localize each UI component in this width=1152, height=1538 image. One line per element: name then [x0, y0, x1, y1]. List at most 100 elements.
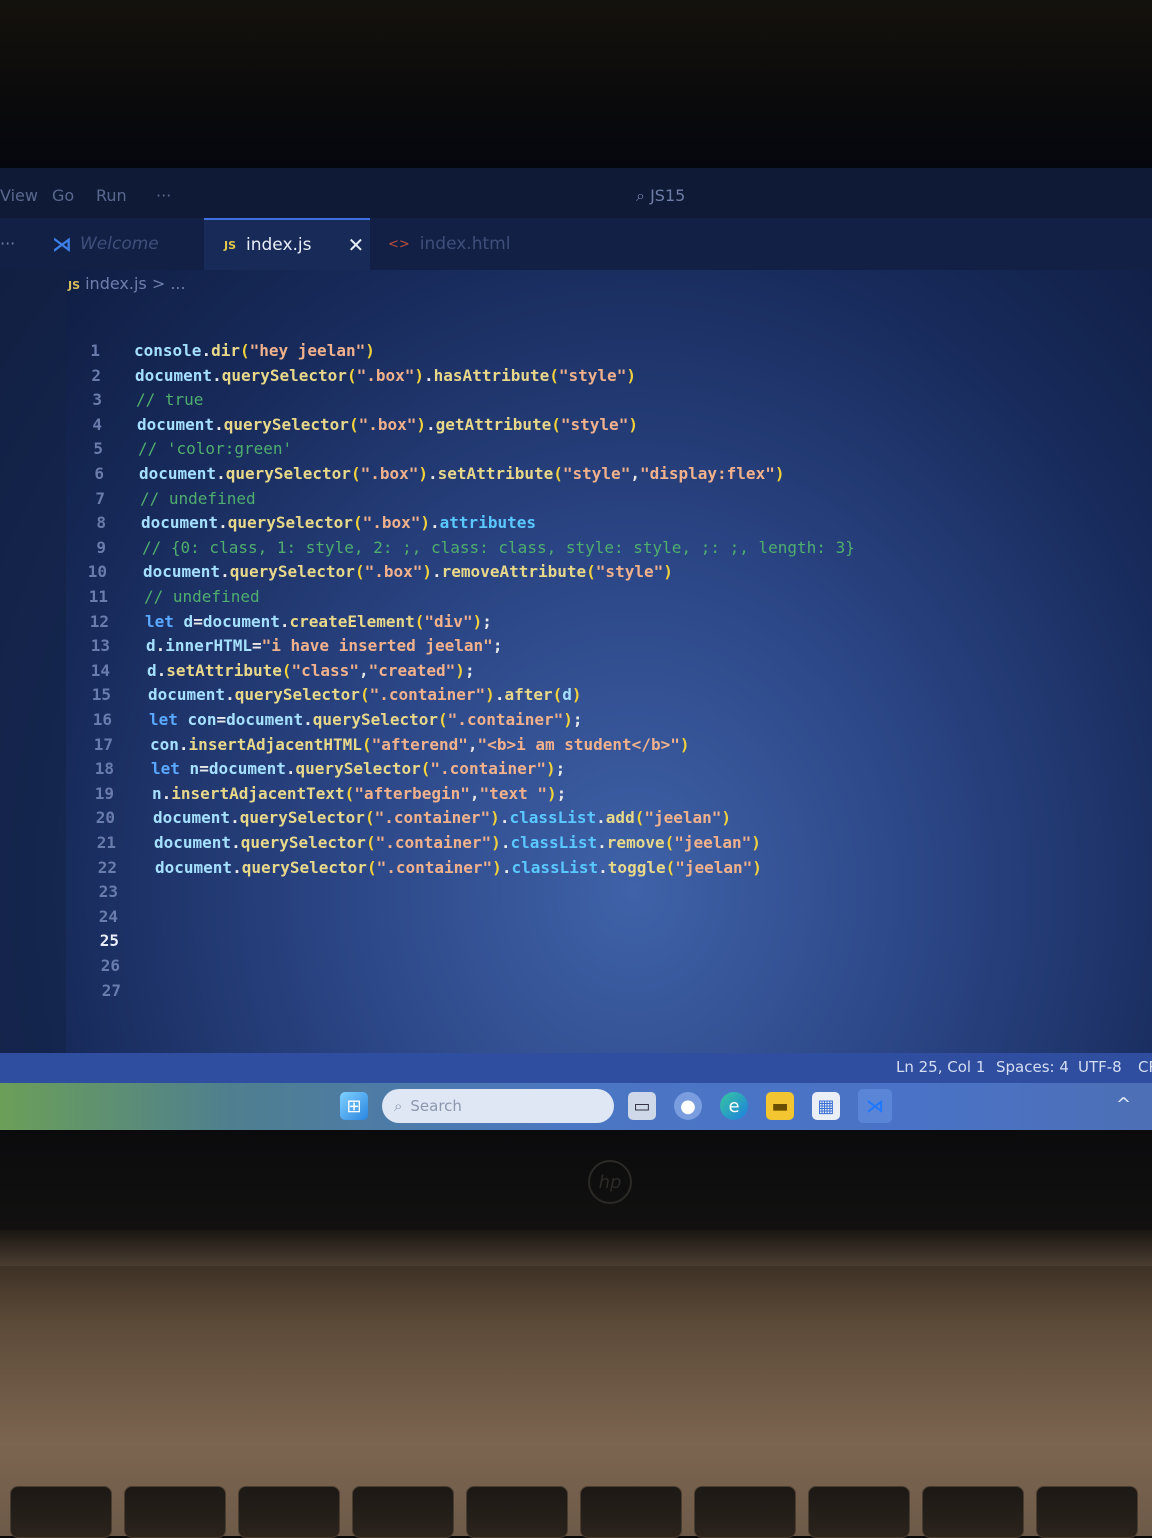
code-text: let n=document.querySelector(".container… [151, 759, 566, 779]
code-text: d.setAttribute("class","created"); [147, 660, 475, 680]
line-number: 17 [93, 734, 113, 754]
code-text: // true [136, 390, 204, 410]
code-text: con.insertAdjacentHTML("afterend","<b>i … [150, 734, 690, 754]
windows-start-icon[interactable]: ⊞ [340, 1092, 368, 1120]
line-number: 1 [90, 341, 100, 360]
chat-icon[interactable]: ● [674, 1092, 702, 1120]
file-explorer-icon[interactable]: ▬ [766, 1092, 794, 1120]
keyboard-key [124, 1486, 226, 1538]
code-text: document.querySelector(".box").attribute… [141, 513, 536, 533]
line-number: 25 [99, 931, 119, 951]
line-number: 13 [90, 636, 110, 656]
edge-icon[interactable]: e [720, 1092, 748, 1120]
js-file-icon: JS [224, 238, 237, 252]
line-number: 16 [92, 710, 112, 729]
menu-more[interactable]: ··· [156, 186, 171, 205]
status-encoding[interactable]: UTF-8 [1078, 1058, 1122, 1076]
taskbar-search-input[interactable]: ⌕ Search [382, 1089, 614, 1123]
tab-index-html[interactable]: <> index.html [388, 218, 558, 270]
code-text: document.querySelector(".box").hasAttrib… [135, 365, 636, 385]
code-text: document.querySelector(".container").cla… [155, 857, 762, 877]
line-number: 15 [91, 685, 111, 705]
search-icon: ⌕ [394, 1097, 403, 1115]
code-text: // 'color:green' [138, 439, 293, 459]
tab-index-js[interactable]: JS index.js ✕ [204, 218, 370, 270]
line-number: 5 [93, 439, 103, 459]
line-number: 20 [95, 808, 115, 828]
close-icon[interactable]: ✕ [348, 233, 365, 257]
more-actions-icon[interactable]: ··· [0, 234, 15, 253]
line-number: 11 [88, 587, 108, 606]
menu-run[interactable]: Run [96, 186, 127, 205]
code-text: let con=document.querySelector(".contain… [149, 710, 583, 729]
search-icon: ⌕ [636, 186, 645, 205]
line-number: 23 [98, 882, 118, 902]
tab-index-js-label: index.js [246, 235, 312, 255]
menu-go[interactable]: Go [52, 186, 74, 205]
code-text: d.innerHTML="i have inserted jeelan"; [146, 636, 503, 656]
tab-welcome[interactable]: ⋊ Welcome [52, 218, 202, 270]
code-text: // undefined [144, 587, 260, 606]
line-number: 9 [96, 537, 106, 557]
keyboard-key [694, 1486, 796, 1538]
keyboard-key [922, 1486, 1024, 1538]
keyboard-key [808, 1486, 910, 1538]
status-eol[interactable]: CR [1138, 1058, 1152, 1076]
js-file-icon: JS [68, 279, 81, 292]
tab-welcome-label: Welcome [80, 234, 159, 254]
line-number: 24 [98, 906, 118, 926]
status-indentation[interactable]: Spaces: 4 [996, 1058, 1069, 1076]
code-text: document.querySelector(".box").setAttrib… [139, 464, 785, 483]
command-center-search[interactable]: ⌕ JS15 [636, 186, 685, 206]
html-file-icon: <> [388, 236, 410, 252]
line-number: 12 [89, 611, 109, 631]
menubar [0, 168, 1152, 218]
code-text: // undefined [140, 488, 256, 508]
tab-index-html-label: index.html [419, 234, 511, 254]
keyboard-key [10, 1486, 112, 1538]
keyboard-key [238, 1486, 340, 1538]
laptop-bezel-bottom [0, 1130, 1152, 1230]
taskbar-search-placeholder: Search [410, 1097, 462, 1115]
tray-chevron-icon[interactable]: ^ [1116, 1094, 1131, 1115]
code-text: console.dir("hey jeelan") [134, 341, 375, 360]
breadcrumb-rest: > ... [151, 274, 186, 293]
code-text: document.querySelector(".container").cla… [154, 833, 761, 852]
line-number: 8 [96, 513, 106, 533]
code-text: // {0: class, 1: style, 2: ;, class: cla… [142, 537, 855, 557]
search-label: JS15 [650, 186, 686, 205]
menu-view[interactable]: View [0, 186, 38, 205]
line-number: 4 [92, 414, 102, 434]
keyboard-key [352, 1486, 454, 1538]
laptop-hinge [0, 1230, 1152, 1266]
status-cursor-position[interactable]: Ln 25, Col 1 [896, 1058, 985, 1076]
code-text: document.querySelector(".box").getAttrib… [137, 414, 638, 434]
code-text: n.insertAdjacentText("afterbegin","text … [152, 783, 567, 803]
line-number: 27 [101, 980, 121, 1000]
line-number: 21 [96, 833, 116, 852]
activity-bar [0, 270, 66, 1088]
line-number: 6 [94, 464, 104, 483]
line-number: 14 [90, 660, 110, 680]
laptop-bezel-top [0, 0, 1152, 170]
line-number: 18 [94, 759, 114, 779]
code-text: document.querySelector(".container").cla… [153, 808, 732, 828]
line-number: 10 [87, 562, 107, 582]
line-number: 2 [91, 365, 101, 385]
code-text: document.querySelector(".box").removeAtt… [143, 562, 673, 582]
store-icon[interactable]: ▦ [812, 1092, 840, 1120]
code-text: let d=document.createElement("div"); [145, 611, 492, 631]
keyboard-key [1036, 1486, 1138, 1538]
vscode-logo-icon: ⋊ [52, 232, 72, 256]
laptop-screen: View Go Run ··· ⌕ JS15 ··· ⋊ Welcome JS … [0, 168, 1152, 1130]
line-number: 19 [94, 783, 114, 803]
line-number: 26 [100, 956, 120, 975]
breadcrumb-file[interactable]: index.js [85, 274, 147, 293]
keyboard-key [466, 1486, 568, 1538]
breadcrumb[interactable]: JS index.js > ... [68, 274, 186, 293]
task-view-icon[interactable]: ▭ [628, 1092, 656, 1120]
vscode-icon[interactable]: ⋊ [858, 1089, 892, 1123]
line-number: 22 [97, 857, 117, 877]
code-text: document.querySelector(".container").aft… [148, 685, 582, 705]
hp-logo: hp [588, 1160, 632, 1204]
